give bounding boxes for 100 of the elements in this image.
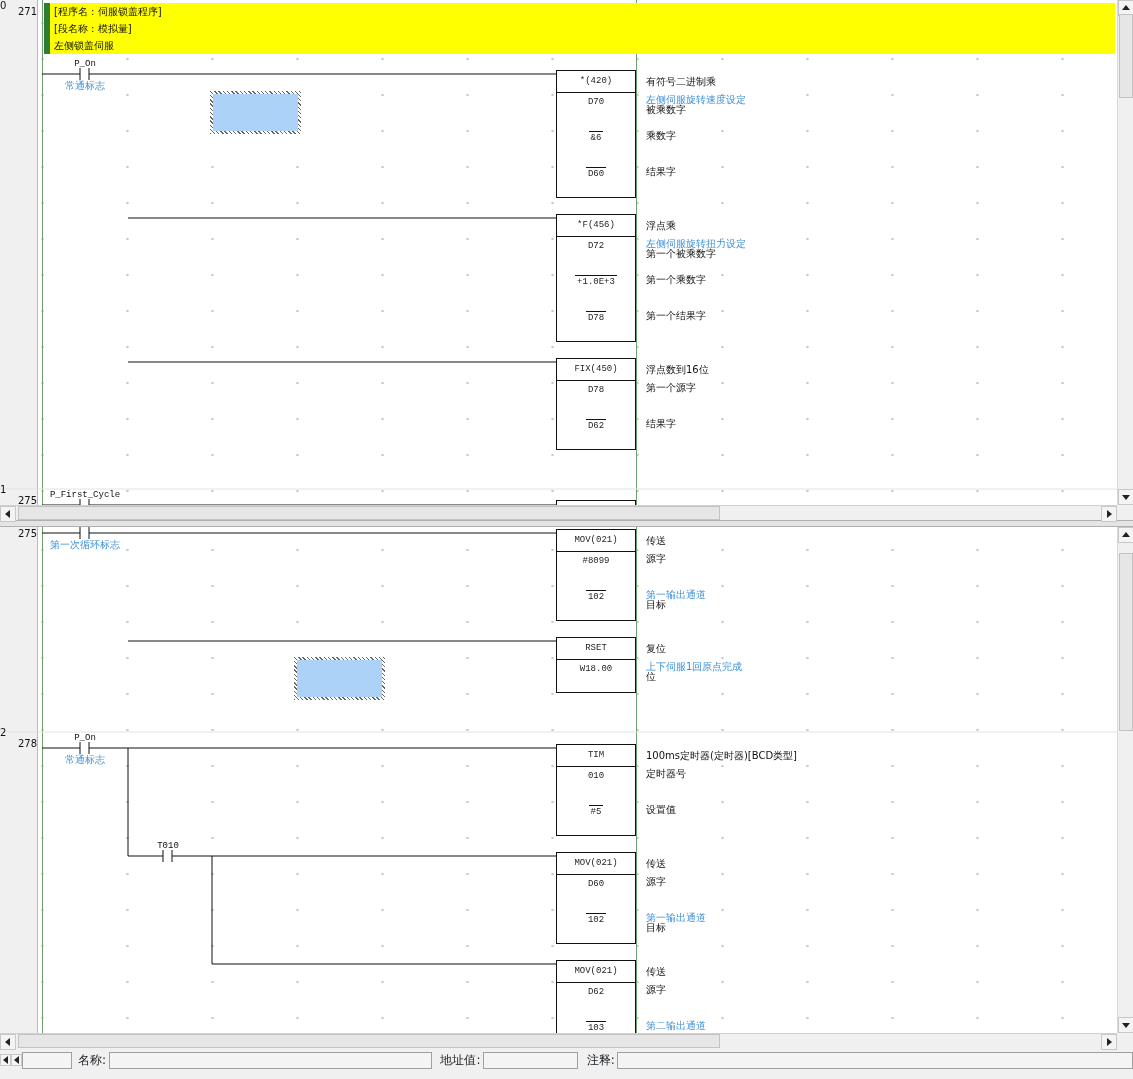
scroll-thumb[interactable] — [1119, 553, 1133, 731]
contact-symbol — [162, 849, 173, 863]
operand: 102 — [585, 913, 607, 928]
operand-label: 位 — [646, 671, 656, 683]
operand-label: 设置值 — [646, 804, 676, 816]
scroll-down-button[interactable] — [1118, 489, 1133, 505]
rung-index: 2 — [0, 727, 7, 739]
contact-name: P_On — [73, 58, 97, 70]
instruction-description: 传送 — [646, 858, 666, 870]
operand-label: 结果字 — [646, 418, 676, 430]
input-field[interactable] — [108, 1051, 432, 1069]
operand-label: 结果字 — [646, 166, 676, 178]
triangle-up-icon — [1122, 531, 1130, 539]
nav-button[interactable] — [11, 1054, 22, 1066]
instruction-block[interactable]: TIM 010 #5 — [556, 744, 636, 836]
operand-label: 源字 — [646, 984, 666, 996]
operand-label: 第一个结果字 — [646, 310, 706, 322]
step-number: 278 — [18, 738, 38, 750]
instruction-mnemonic: *(420) — [579, 74, 613, 88]
header-comment: [段名称 : 模拟量] — [54, 23, 132, 35]
selection-box[interactable] — [294, 657, 385, 700]
instruction-block[interactable]: MOV(021) #8099 102 — [556, 529, 636, 621]
operand-comment: 左侧伺服旋转扭力设定 — [646, 238, 746, 249]
wire — [41, 73, 81, 75]
operand: D60 — [585, 167, 607, 182]
instruction-block[interactable]: *(420) D70 &6 D60 — [556, 70, 636, 198]
contact-comment: 常通标志 — [64, 754, 106, 766]
step-number: 271 — [18, 6, 38, 18]
input-field[interactable] — [617, 1051, 1133, 1069]
wire — [41, 747, 81, 749]
operand-comment: 左侧伺服旋转速度设定 — [646, 94, 746, 105]
field-label: 名称: — [77, 1052, 108, 1069]
operand: D72 — [586, 240, 606, 253]
instruction-mnemonic: RSET — [585, 641, 607, 655]
instruction-description: 有符号二进制乘 — [646, 76, 716, 88]
operand-label: 目标 — [646, 599, 666, 611]
contact-symbol — [79, 498, 90, 505]
instruction-description: 浮点乘 — [646, 220, 676, 232]
scroll-thumb[interactable] — [18, 1034, 720, 1048]
operand-label: 乘数字 — [646, 130, 676, 142]
triangle-left-icon — [4, 1038, 12, 1046]
contact-comment: 第一次循环标志 — [49, 539, 121, 551]
instruction-description: 复位 — [646, 643, 666, 655]
operand-label: 第一个乘数字 — [646, 274, 706, 286]
scroll-up-button[interactable] — [1118, 527, 1133, 543]
triangle-down-icon — [1122, 493, 1130, 501]
input-field[interactable] — [483, 1051, 579, 1069]
instruction-block[interactable]: *F(456) D72 +1.0E+3 D78 — [556, 214, 636, 342]
operand: W18.00 — [578, 663, 614, 676]
operand: D70 — [586, 96, 606, 109]
scroll-left-button[interactable] — [0, 1034, 16, 1050]
operand: D60 — [586, 878, 606, 891]
operand: D62 — [585, 419, 607, 434]
operand: D78 — [585, 311, 607, 326]
operand-comment: 上下伺服1回原点完成 — [646, 661, 743, 672]
operand-label: 定时器号 — [646, 768, 686, 780]
operand-label: 被乘数字 — [646, 104, 686, 116]
operand: #5 — [588, 805, 604, 820]
operand-label: 目标 — [646, 922, 666, 934]
step-number: 275 — [18, 528, 38, 540]
operand-comment: 第一输出通道 — [646, 912, 706, 924]
instruction-mnemonic: MOV(021) — [574, 964, 618, 978]
operand: 010 — [586, 770, 606, 783]
operand: #8099 — [581, 555, 611, 568]
instruction-mnemonic: MOV(021) — [574, 856, 618, 870]
scroll-down-button[interactable] — [1118, 1017, 1133, 1033]
triangle-up-icon — [1122, 4, 1130, 12]
instruction-block[interactable]: RSET W18.00 — [556, 637, 636, 693]
operand-label: 源字 — [646, 553, 666, 565]
triangle-right-icon — [1105, 510, 1113, 518]
operand-label: 第一个被乘数字 — [646, 248, 716, 260]
scroll-thumb[interactable] — [18, 506, 720, 520]
wire — [41, 532, 81, 534]
operand-comment: 第一输出通道 — [646, 589, 706, 601]
selection-box[interactable] — [210, 91, 301, 134]
contact-symbol — [79, 741, 90, 755]
triangle-left-icon — [4, 510, 12, 518]
field-label: 地址值: — [439, 1052, 482, 1069]
operand: D62 — [586, 986, 606, 999]
nav-button[interactable] — [0, 1054, 11, 1066]
instruction-block[interactable]: FIX(450) D78 D62 — [556, 358, 636, 450]
rung-index: 1 — [0, 484, 7, 496]
operand: &6 — [588, 131, 604, 146]
instruction-mnemonic: MOV(021) — [574, 533, 618, 547]
scroll-right-button[interactable] — [1101, 506, 1117, 522]
scroll-thumb[interactable] — [1119, 14, 1133, 98]
scroll-right-button[interactable] — [1101, 1034, 1117, 1050]
contact-name: P_On — [73, 732, 97, 744]
instruction-mnemonic: FIX(450) — [574, 362, 618, 376]
scroll-left-button[interactable] — [0, 506, 16, 522]
operand-comment: 第二输出通道 — [646, 1020, 706, 1032]
input-field[interactable] — [22, 1051, 72, 1069]
triangle-right-icon — [1105, 1038, 1113, 1046]
contact-symbol — [79, 67, 90, 81]
operand: D78 — [586, 384, 606, 397]
instruction-block[interactable]: MOV(021) D60 102 — [556, 852, 636, 944]
operand-label: 源字 — [646, 876, 666, 888]
instruction-mnemonic: TIM — [587, 748, 605, 762]
instruction-description: 传送 — [646, 966, 666, 978]
instruction-block[interactable]: MOV(021) D62 103 — [556, 960, 636, 1033]
